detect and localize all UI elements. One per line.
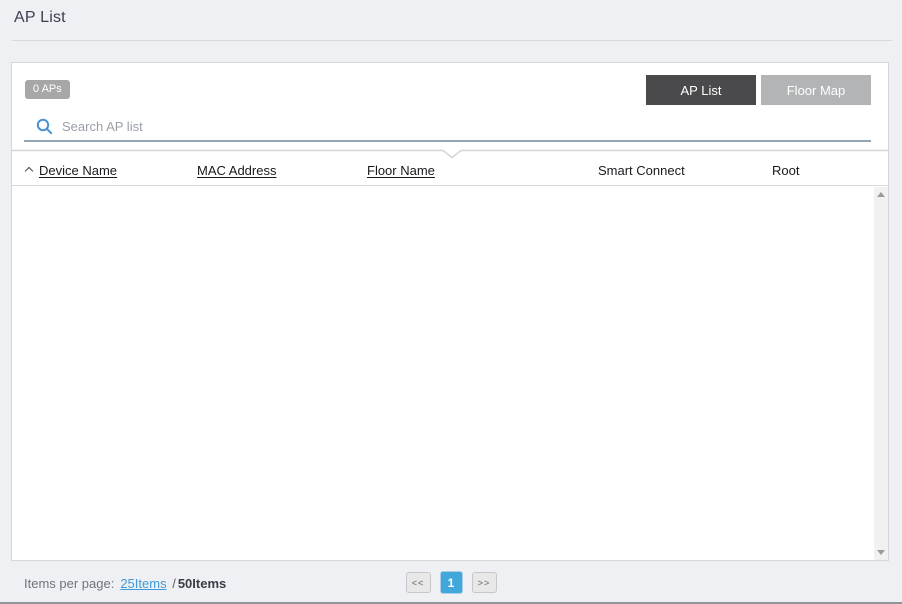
column-label: MAC Address bbox=[197, 163, 277, 178]
column-header-root: Root bbox=[772, 163, 799, 178]
column-label: Floor Name bbox=[367, 163, 435, 178]
column-label: Smart Connect bbox=[598, 163, 685, 178]
prev-page-button[interactable]: << bbox=[405, 572, 431, 593]
table-header: Device Name MAC Address Floor Name Smart… bbox=[12, 158, 888, 186]
view-toggle: AP List Floor Map bbox=[646, 75, 871, 105]
scroll-down-icon[interactable] bbox=[877, 550, 885, 555]
ap-list-page: AP List 0 APs AP List Floor Map Device N… bbox=[0, 0, 902, 604]
page-1-button[interactable]: 1 bbox=[439, 571, 463, 594]
search-input[interactable] bbox=[62, 114, 871, 138]
scroll-up-icon[interactable] bbox=[877, 192, 885, 197]
table-body bbox=[12, 187, 888, 560]
vertical-scrollbar[interactable] bbox=[874, 187, 888, 560]
pagination: << 1 >> bbox=[0, 571, 902, 594]
column-header-mac-address[interactable]: MAC Address bbox=[197, 163, 276, 178]
column-header-device-name[interactable]: Device Name bbox=[24, 163, 118, 178]
page-title: AP List bbox=[14, 9, 66, 26]
search-icon bbox=[36, 118, 53, 134]
tab-floor-map[interactable]: Floor Map bbox=[761, 75, 871, 105]
title-divider bbox=[12, 40, 892, 41]
column-header-smart-connect: Smart Connect bbox=[598, 163, 685, 178]
column-label: Root bbox=[772, 163, 800, 178]
next-page-button[interactable]: >> bbox=[471, 572, 497, 593]
ap-count-badge: 0 APs bbox=[25, 80, 70, 99]
search-bar bbox=[24, 112, 871, 142]
tab-ap-list[interactable]: AP List bbox=[646, 75, 756, 105]
footer: Items per page: 25Items /50Items << 1 >> bbox=[0, 561, 902, 602]
ap-list-panel: 0 APs AP List Floor Map Device Name MAC … bbox=[11, 62, 889, 561]
column-label: Device Name bbox=[39, 163, 118, 178]
sort-ascending-icon bbox=[24, 166, 34, 176]
column-header-floor-name[interactable]: Floor Name bbox=[367, 163, 435, 178]
